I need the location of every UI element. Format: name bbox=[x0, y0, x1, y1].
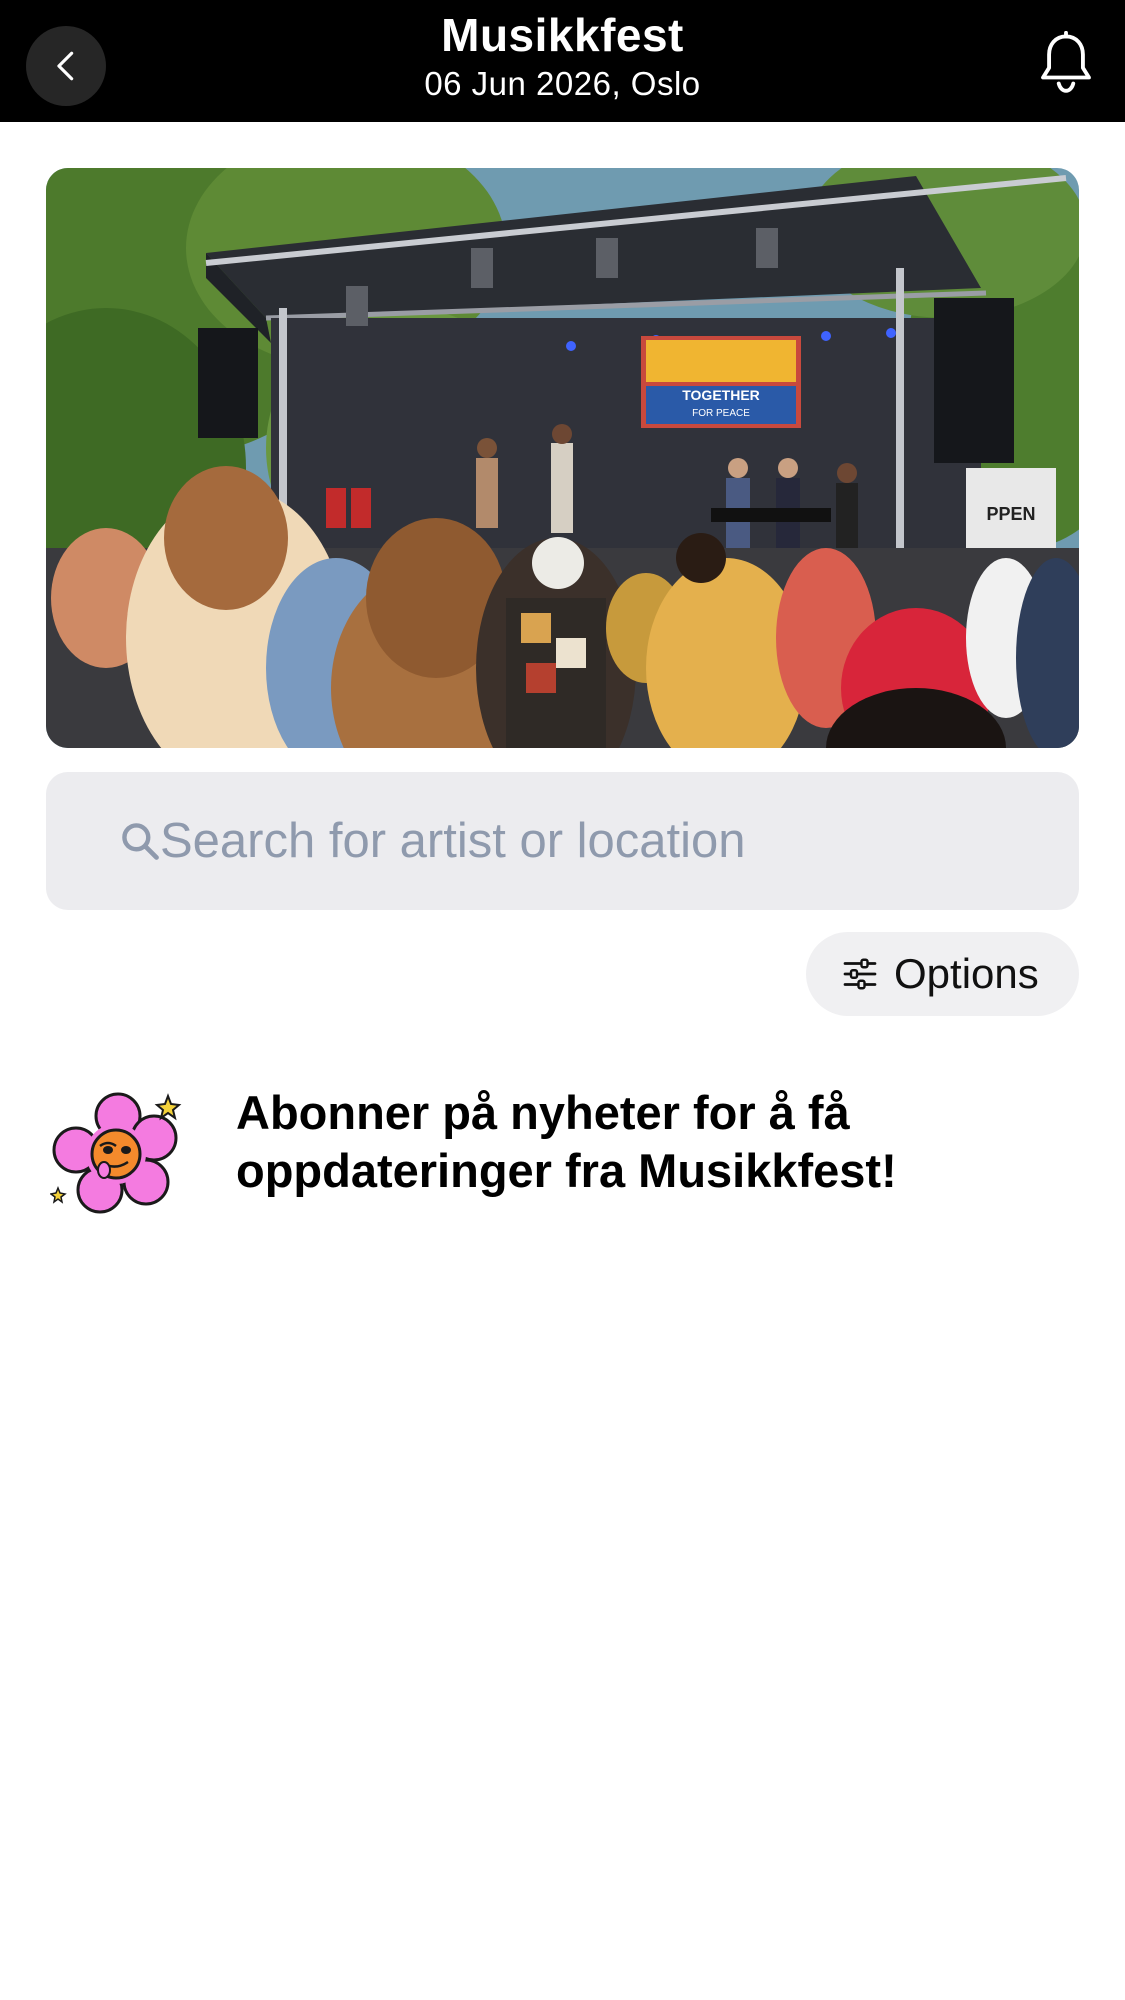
page-title: Musikkfest bbox=[441, 9, 684, 61]
notifications-button[interactable] bbox=[1035, 30, 1097, 96]
event-date-location: 06 Jun 2026, Oslo bbox=[424, 65, 701, 102]
options-button[interactable]: Options bbox=[806, 932, 1079, 1016]
search-input[interactable] bbox=[160, 772, 1040, 910]
newsletter-prompt[interactable]: Abonner på nyheter for å få oppdateringe… bbox=[236, 1084, 1056, 1200]
header-bar: Musikkfest 06 Jun 2026, Oslo bbox=[0, 0, 1125, 122]
sliders-icon bbox=[843, 958, 877, 990]
flower-mascot-icon bbox=[50, 1092, 182, 1214]
banner-line2: FOR PEACE bbox=[692, 408, 750, 419]
right-sign-text: PPEN bbox=[986, 504, 1035, 524]
options-label: Options bbox=[894, 950, 1039, 997]
concert-stage-illustration: TOGETHER FOR PEACE PPEN bbox=[46, 168, 1079, 748]
bell-icon bbox=[1041, 31, 1091, 93]
banner-line1: TOGETHER bbox=[682, 387, 760, 403]
search-bar[interactable] bbox=[46, 772, 1079, 910]
search-icon bbox=[122, 823, 159, 860]
app-root: Musikkfest 06 Jun 2026, Oslo TOGETHER FO… bbox=[0, 0, 1125, 2000]
hero-image: TOGETHER FOR PEACE PPEN bbox=[46, 168, 1079, 748]
